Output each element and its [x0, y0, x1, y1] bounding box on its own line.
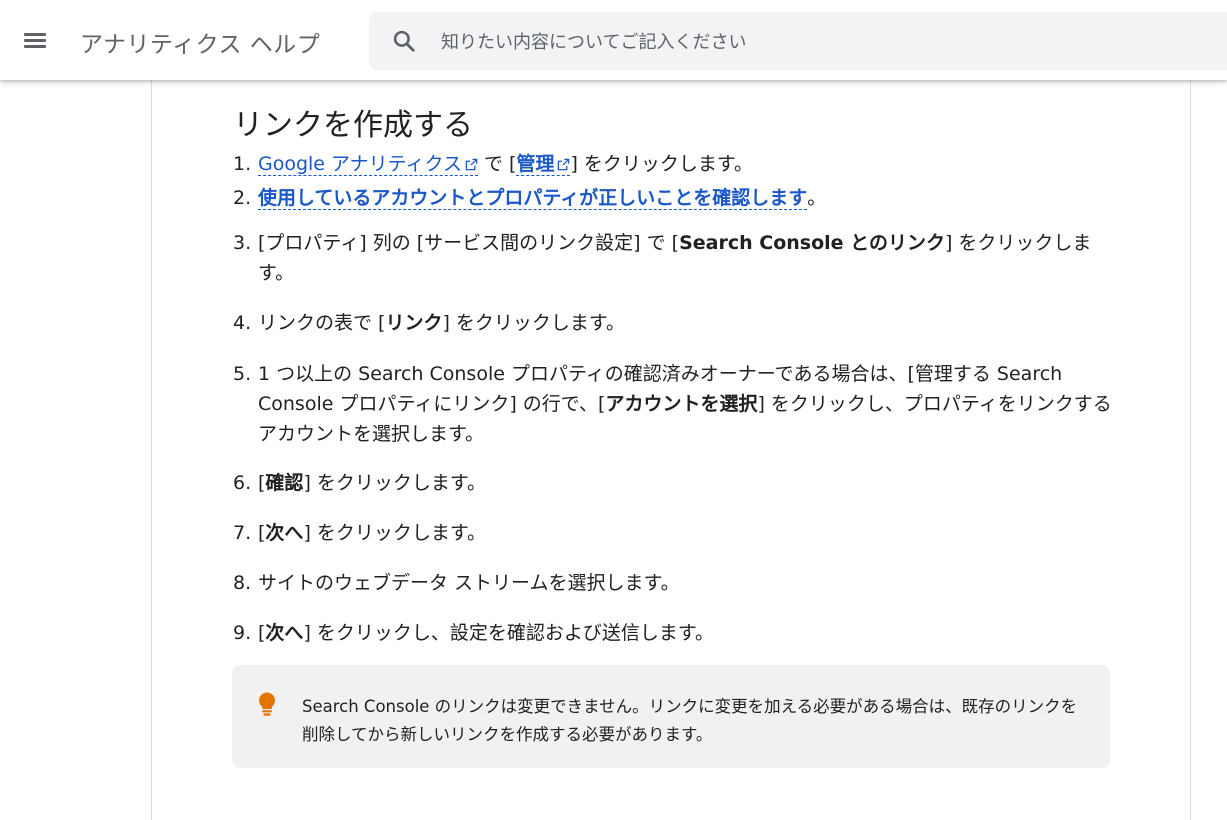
- lightbulb-icon: [259, 692, 275, 716]
- verify-account-link[interactable]: 使用しているアカウントとプロパティが正しいことを確認します: [258, 187, 808, 210]
- step-text: ] をクリックします。: [570, 153, 754, 175]
- step-number: 8.: [233, 572, 252, 594]
- step-number: 1.: [233, 153, 252, 175]
- step-text: [プロパティ] 列の [サービス間のリンク設定] で [: [258, 232, 680, 254]
- step-text: ] をクリックします。: [303, 472, 486, 494]
- step-number: 6.: [233, 472, 252, 494]
- step-number: 9.: [233, 622, 252, 644]
- ui-term: 次へ: [265, 522, 304, 544]
- step-number: 7.: [233, 522, 252, 544]
- step-number: 3.: [233, 232, 252, 254]
- tip-text: Search Console のリンクは変更できません。リンクに変更を加える必要…: [302, 697, 1078, 744]
- step-number: 4.: [233, 312, 252, 334]
- open-in-new-icon: [465, 158, 478, 171]
- search-box[interactable]: [369, 12, 1227, 70]
- app-title[interactable]: アナリティクス ヘルプ: [80, 25, 320, 59]
- ui-term: アカウントを選択: [605, 393, 758, 415]
- article-panel: リンクを作成する 1. Google アナリティクス で [管理 ] をクリックし…: [151, 80, 1191, 820]
- ui-term: 次へ: [265, 622, 304, 644]
- step-number: 2.: [233, 187, 252, 209]
- step-text: サイトのウェブデータ ストリームを選択します。: [258, 572, 680, 594]
- google-analytics-link-text: Google アナリティクス: [258, 153, 462, 175]
- admin-link-text: 管理: [516, 153, 555, 175]
- section-title: リンクを作成する: [233, 108, 473, 143]
- hamburger-menu-icon[interactable]: [20, 27, 50, 53]
- step-text: で [: [477, 153, 517, 175]
- search-icon[interactable]: [391, 28, 417, 54]
- step-text: ] をクリックします。: [303, 522, 486, 544]
- search-input[interactable]: [439, 26, 1143, 58]
- tip-callout: Search Console のリンクは変更できません。リンクに変更を加える必要…: [232, 665, 1110, 768]
- google-analytics-link[interactable]: Google アナリティクス: [258, 153, 478, 176]
- step-text: リンクの表で [: [258, 312, 386, 334]
- ui-term: リンク: [385, 312, 443, 334]
- ui-term: 確認: [265, 472, 304, 494]
- step-number: 5.: [233, 363, 252, 385]
- admin-link[interactable]: 管理: [516, 153, 571, 176]
- step-text: ] をクリックし、設定を確認および送信します。: [303, 622, 714, 644]
- open-in-new-icon: [558, 158, 570, 171]
- top-app-bar: アナリティクス ヘルプ: [0, 0, 1227, 80]
- step-text: 。: [807, 187, 827, 209]
- step-text: ] をクリックします。: [442, 312, 626, 334]
- ui-term: Search Console とのリンク: [679, 232, 945, 254]
